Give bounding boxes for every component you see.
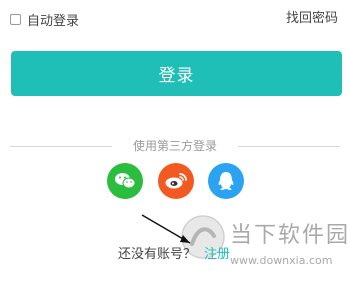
- weibo-login-button[interactable]: [158, 163, 194, 199]
- top-options-row: 自动登录 找回密码: [0, 0, 350, 38]
- no-account-text: 还没有账号？: [118, 247, 197, 262]
- wechat-icon: [115, 173, 136, 189]
- forgot-password-link[interactable]: 找回密码: [286, 10, 338, 28]
- qq-icon: [218, 172, 234, 190]
- qq-login-button[interactable]: [208, 163, 244, 199]
- watermark-brand: 当下软件园: [230, 223, 350, 248]
- login-button[interactable]: 登录: [11, 51, 342, 96]
- wechat-login-button[interactable]: [107, 163, 143, 199]
- auto-login-label[interactable]: 自动登录: [27, 10, 79, 29]
- divider-line-right: [238, 146, 340, 147]
- login-button-label: 登录: [158, 66, 195, 86]
- third-party-divider: 使用第三方登录: [10, 137, 340, 155]
- auto-login-checkbox[interactable]: [10, 13, 21, 25]
- watermark-url: www.downxia.com: [230, 254, 333, 267]
- auto-login-option[interactable]: 自动登录: [10, 10, 79, 29]
- weibo-icon: [165, 173, 187, 189]
- register-link[interactable]: 注册: [204, 246, 230, 264]
